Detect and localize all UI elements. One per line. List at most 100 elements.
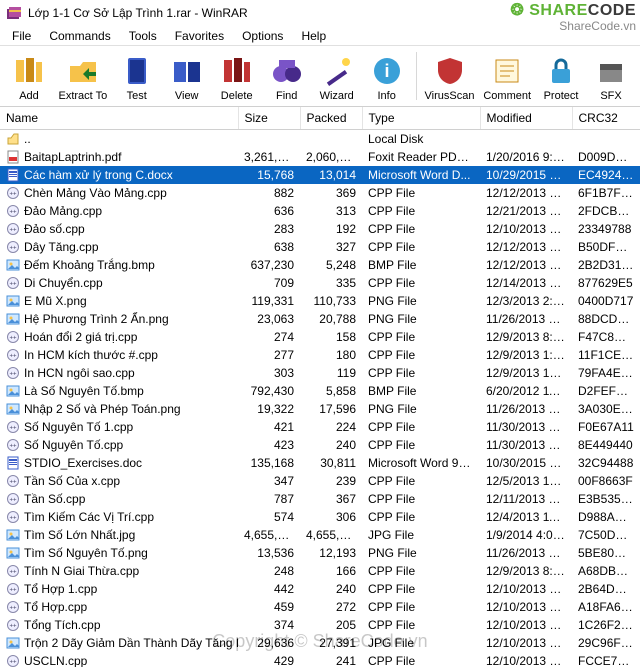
file-crc: 8E449440 xyxy=(572,436,640,454)
table-row[interactable]: ++Tần Số Của x.cpp347239CPP File12/5/201… xyxy=(0,472,640,490)
toolbar-test-button[interactable]: Test xyxy=(112,52,162,104)
table-row[interactable]: ++Tần Số.cpp787367CPP File12/11/2013 11:… xyxy=(0,490,640,508)
table-row[interactable]: Nhập 2 Số và Phép Toán.png19,32217,596PN… xyxy=(0,400,640,418)
table-row[interactable]: ++USCLN.cpp429241CPP File12/10/2013 12:.… xyxy=(0,652,640,667)
toolbar-sfx-button[interactable]: SFX xyxy=(586,52,636,104)
table-row[interactable]: Tìm Số Lớn Nhất.jpg4,655,4564,655,456JPG… xyxy=(0,526,640,544)
column-header-crc32[interactable]: CRC32 xyxy=(572,107,640,130)
table-row[interactable]: ++Dây Tăng.cpp638327CPP File12/12/2013 1… xyxy=(0,238,640,256)
table-row[interactable]: ++Chèn Mảng Vào Mảng.cpp882369CPP File12… xyxy=(0,184,640,202)
table-row[interactable]: ++In HCM kích thước #.cpp277180CPP File1… xyxy=(0,346,640,364)
table-row[interactable]: ++Đảo số.cpp283192CPP File12/10/2013 12:… xyxy=(0,220,640,238)
file-packed: 205 xyxy=(300,616,362,634)
toolbar-view-button[interactable]: View xyxy=(162,52,212,104)
toolbar-info-button[interactable]: iInfo xyxy=(362,52,412,104)
table-row[interactable]: ++Số Nguyên Tố 1.cpp421224CPP File11/30/… xyxy=(0,418,640,436)
column-header-packed[interactable]: Packed xyxy=(300,107,362,130)
table-row[interactable]: Trộn 2 Dãy Giảm Dần Thành Dãy Tăng Dần.j… xyxy=(0,634,640,652)
file-packed: 17,596 xyxy=(300,400,362,418)
toolbar-find-button[interactable]: Find xyxy=(262,52,312,104)
table-row[interactable]: ++Đảo Mảng.cpp636313CPP File12/21/2013 1… xyxy=(0,202,640,220)
table-row[interactable]: Các hàm xử lý trong C.docx15,76813,014Mi… xyxy=(0,166,640,184)
table-row[interactable]: Tìm Số Nguyên Tố.png13,53612,193PNG File… xyxy=(0,544,640,562)
view-icon xyxy=(170,54,204,88)
table-row[interactable]: ++In HCN ngôi sao.cpp303119CPP File12/9/… xyxy=(0,364,640,382)
file-crc: 3A030EA5 xyxy=(572,400,640,418)
file-size: 248 xyxy=(238,562,300,580)
table-row[interactable]: ++Di Chuyển.cpp709335CPP File12/14/2013 … xyxy=(0,274,640,292)
svg-text:++: ++ xyxy=(9,245,17,251)
parent-folder-row[interactable]: .. Local Disk xyxy=(0,130,640,148)
table-row[interactable]: ++Tính N Giai Thừa.cpp248166CPP File12/9… xyxy=(0,562,640,580)
file-modified: 12/3/2013 2:35... xyxy=(480,292,572,310)
file-modified: 12/9/2013 8:51 ... xyxy=(480,562,572,580)
file-size: 637,230 xyxy=(238,256,300,274)
file-crc: 877629E5 xyxy=(572,274,640,292)
column-header-size[interactable]: Size xyxy=(238,107,300,130)
table-row[interactable]: ++Số Nguyên Tố.cpp423240CPP File11/30/20… xyxy=(0,436,640,454)
file-modified: 12/4/2013 11:0... xyxy=(480,508,572,526)
file-type: CPP File xyxy=(362,562,480,580)
file-modified: 12/9/2013 8:22 ... xyxy=(480,328,572,346)
table-row[interactable]: ++Tổ Hợp 1.cpp442240CPP File12/10/2013 1… xyxy=(0,580,640,598)
toolbar-label: Extract To xyxy=(58,90,107,102)
file-crc: 88DCDF9B xyxy=(572,310,640,328)
file-name: Tần Số Của x.cpp xyxy=(24,474,120,488)
svg-text:++: ++ xyxy=(9,515,17,521)
table-row[interactable]: Là Số Nguyên Tố.bmp792,4305,858BMP File6… xyxy=(0,382,640,400)
svg-text:++: ++ xyxy=(9,281,17,287)
table-row[interactable]: E Mũ X.png119,331110,733PNG File12/3/201… xyxy=(0,292,640,310)
table-row[interactable]: BaitapLaptrinh.pdf3,261,0762,060,702Foxi… xyxy=(0,148,640,166)
table-row[interactable]: STDIO_Exercises.doc135,16830,811Microsof… xyxy=(0,454,640,472)
file-name: Tổ Hợp 1.cpp xyxy=(24,582,97,596)
file-packed: 272 xyxy=(300,598,362,616)
file-type: Local Disk xyxy=(362,130,480,148)
toolbar-comment-button[interactable]: Comment xyxy=(478,52,536,104)
file-type: CPP File xyxy=(362,598,480,616)
menu-tools[interactable]: Tools xyxy=(121,27,165,45)
svg-text:++: ++ xyxy=(9,479,17,485)
menu-help[interactable]: Help xyxy=(293,27,334,45)
file-name: Đếm Khoảng Trắng.bmp xyxy=(24,258,155,272)
file-modified: 12/9/2013 1:01 ... xyxy=(480,346,572,364)
file-size: 19,322 xyxy=(238,400,300,418)
file-list[interactable]: NameSizePackedTypeModifiedCRC32 .. Local … xyxy=(0,107,640,667)
file-crc: 7C50DA45 xyxy=(572,526,640,544)
menu-commands[interactable]: Commands xyxy=(41,27,118,45)
file-size: 574 xyxy=(238,508,300,526)
menu-favorites[interactable]: Favorites xyxy=(167,27,232,45)
toolbar-add-button[interactable]: Add xyxy=(4,52,54,104)
column-header-modified[interactable]: Modified xyxy=(480,107,572,130)
table-row[interactable]: Hệ Phương Trình 2 Ẩn.png23,06320,788PNG … xyxy=(0,310,640,328)
toolbar-delete-button[interactable]: Delete xyxy=(212,52,262,104)
menu-file[interactable]: File xyxy=(4,27,39,45)
file-crc: F47C8D18 xyxy=(572,328,640,346)
file-modified: 12/11/2013 11:... xyxy=(480,490,572,508)
menu-options[interactable]: Options xyxy=(234,27,291,45)
file-crc: D988AF1E xyxy=(572,508,640,526)
toolbar: Add Extract To TestViewDeleteFindWizardiIn… xyxy=(0,46,640,107)
file-crc: 2B2D3121 xyxy=(572,256,640,274)
toolbar-extract-button[interactable]: Extract To xyxy=(54,52,112,104)
img-file-icon xyxy=(6,402,20,416)
toolbar-virus-button[interactable]: VirusScan xyxy=(421,52,479,104)
file-name: Tổng Tích.cpp xyxy=(24,618,101,632)
table-row[interactable]: ++Tìm Kiếm Các Vị Trí.cpp574306CPP File1… xyxy=(0,508,640,526)
img-file-icon xyxy=(6,636,20,650)
file-name: .. xyxy=(24,132,31,146)
table-row[interactable]: Đếm Khoảng Trắng.bmp637,2305,248BMP File… xyxy=(0,256,640,274)
file-packed: 180 xyxy=(300,346,362,364)
sfx-icon xyxy=(594,54,628,88)
column-header-type[interactable]: Type xyxy=(362,107,480,130)
toolbar-wizard-button[interactable]: Wizard xyxy=(312,52,362,104)
svg-text:++: ++ xyxy=(9,587,17,593)
title-bar: Lớp 1-1 Cơ Sở Lập Trình 1.rar - WinRAR xyxy=(0,0,640,26)
table-row[interactable]: ++Tổng Tích.cpp374205CPP File12/10/2013 … xyxy=(0,616,640,634)
file-name: Chèn Mảng Vào Mảng.cpp xyxy=(24,186,167,200)
file-size: 792,430 xyxy=(238,382,300,400)
toolbar-protect-button[interactable]: Protect xyxy=(536,52,586,104)
table-row[interactable]: ++Tổ Hợp.cpp459272CPP File12/10/2013 1:2… xyxy=(0,598,640,616)
column-header-name[interactable]: Name xyxy=(0,107,238,130)
table-row[interactable]: ++Hoán đổi 2 giá trị.cpp274158CPP File12… xyxy=(0,328,640,346)
file-packed: 30,811 xyxy=(300,454,362,472)
